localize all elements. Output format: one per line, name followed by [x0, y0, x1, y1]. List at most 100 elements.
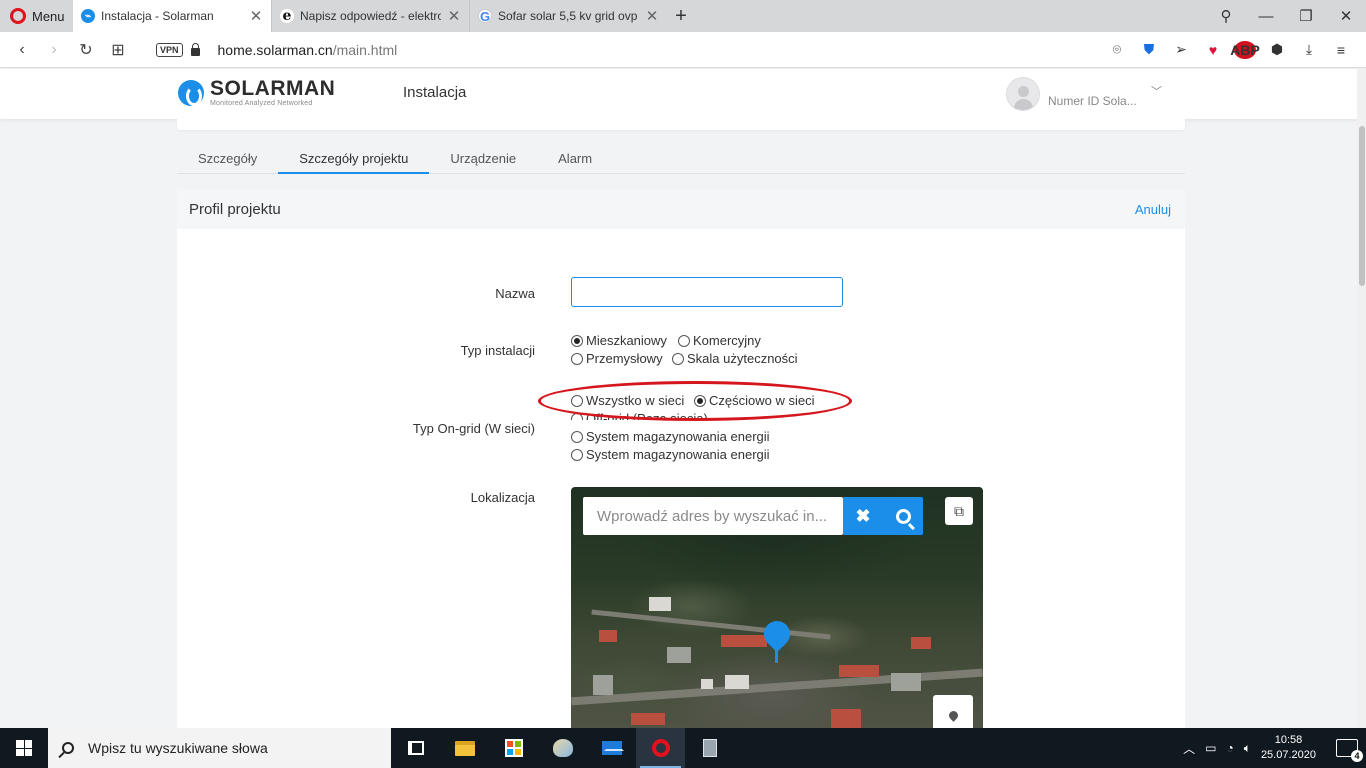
- battery-icon[interactable]: ▭: [1205, 741, 1216, 755]
- opera-menu-button[interactable]: Menu: [0, 0, 73, 32]
- send-icon[interactable]: ➢: [1170, 41, 1192, 58]
- task-view-button[interactable]: [391, 728, 440, 768]
- heart-icon[interactable]: ♥: [1202, 42, 1224, 58]
- clear-search-button[interactable]: ✖: [843, 497, 883, 535]
- close-icon[interactable]: ✕: [249, 7, 263, 25]
- radio-unchecked-icon[interactable]: [571, 412, 583, 420]
- radio-unchecked-icon[interactable]: [571, 352, 583, 365]
- name-label: Nazwa: [495, 286, 535, 301]
- close-icon: ✖: [855, 505, 871, 526]
- close-icon[interactable]: ✕: [645, 7, 659, 25]
- search-tabs-icon[interactable]: ⚲: [1206, 7, 1246, 25]
- radio-storage-2[interactable]: System magazynowania energii: [571, 447, 770, 462]
- tab-device[interactable]: Urządzenie: [429, 146, 537, 174]
- shield-icon[interactable]: ⛊: [1138, 41, 1160, 58]
- radio-unchecked-icon[interactable]: [571, 394, 583, 407]
- clock-date: 25.07.2020: [1260, 749, 1316, 761]
- radio-industrial[interactable]: Przemysłowy: [571, 351, 663, 366]
- download-icon[interactable]: ⤓: [1298, 41, 1320, 58]
- taskbar-clock[interactable]: 10:58 25.07.2020: [1261, 733, 1316, 763]
- hamburger-menu-icon[interactable]: ≡: [1330, 42, 1352, 58]
- start-button[interactable]: [0, 728, 48, 768]
- tab-title: Napisz odpowiedź - elektro: [300, 9, 441, 23]
- location-map[interactable]: Wprowadź adres by wyszukać in... ✖ ⧉: [571, 487, 983, 749]
- radio-label: Komercyjny: [693, 333, 761, 348]
- wifi-icon[interactable]: ◔: [1226, 741, 1233, 755]
- radio-unchecked-icon[interactable]: [571, 430, 583, 443]
- store-button[interactable]: [489, 728, 538, 768]
- solarman-drop-icon: [178, 79, 204, 106]
- map-layers-button[interactable]: ⧉: [945, 497, 973, 525]
- tab-details[interactable]: Szczegóły: [177, 146, 278, 174]
- volume-icon[interactable]: 🔈︎: [1244, 741, 1251, 756]
- taskbar-search[interactable]: Wpisz tu wyszukiwane słowa: [48, 728, 391, 768]
- user-menu[interactable]: Numer ID Sola... ﹀: [1006, 77, 1162, 111]
- paint-icon: [552, 739, 573, 757]
- adblock-icon[interactable]: ABP: [1230, 40, 1260, 59]
- radio-checked-icon[interactable]: [571, 334, 583, 347]
- radio-partial-grid[interactable]: Częściowo w sieci: [694, 393, 814, 408]
- radio-unchecked-icon[interactable]: [678, 334, 690, 347]
- radio-commercial[interactable]: Komercyjny: [678, 333, 761, 348]
- radio-label: Mieszkaniowy: [586, 333, 667, 348]
- edge-e-favicon-icon: e: [280, 8, 294, 24]
- map-road: [571, 668, 983, 706]
- mail-button[interactable]: [587, 728, 636, 768]
- notifications-icon[interactable]: 4: [1336, 739, 1363, 762]
- minimize-icon[interactable]: —: [1246, 8, 1286, 25]
- cancel-link[interactable]: Anuluj: [1135, 202, 1171, 217]
- page-scrollbar-thumb[interactable]: [1359, 126, 1365, 286]
- clock-time: 10:58: [1274, 734, 1303, 746]
- logo-word: SOLARMAN: [210, 77, 336, 100]
- browser-tab-solarman[interactable]: ⌁ Instalacja - Solarman ✕: [73, 0, 271, 32]
- radio-unchecked-icon[interactable]: [672, 352, 684, 365]
- window-close-icon[interactable]: ✕: [1326, 7, 1366, 25]
- cube-icon[interactable]: ⬢: [1266, 41, 1288, 58]
- radio-storage-1[interactable]: System magazynowania energii: [571, 429, 770, 444]
- url-field[interactable]: home.solarman.cn/main.html: [218, 42, 398, 58]
- app-header: SOLARMAN Monitored Analyzed Networked In…: [0, 69, 1366, 119]
- forward-icon[interactable]: ›: [38, 41, 70, 59]
- chevron-up-icon[interactable]: ︿: [1183, 740, 1195, 757]
- camera-icon[interactable]: ⌾: [1106, 41, 1128, 58]
- name-input[interactable]: [571, 277, 843, 307]
- back-icon[interactable]: ‹: [6, 41, 38, 59]
- browser-tab-sofar[interactable]: G Sofar solar 5,5 kv grid ovp ✕: [469, 0, 667, 32]
- lock-icon[interactable]: [190, 42, 200, 56]
- map-search-button[interactable]: [883, 497, 923, 535]
- panel-title: Profil projektu: [189, 200, 281, 218]
- mail-icon: [601, 741, 624, 755]
- tab-alarm[interactable]: Alarm: [537, 146, 613, 174]
- tab-project-details[interactable]: Szczegóły projektu: [278, 146, 430, 174]
- radio-label: System magazynowania energii: [586, 429, 770, 444]
- vpn-badge[interactable]: VPN: [156, 42, 183, 57]
- panel-header: Profil projektu Anuluj: [177, 189, 1185, 229]
- radio-residential[interactable]: Mieszkaniowy: [571, 333, 667, 348]
- windows-logo-icon: [16, 740, 32, 756]
- tab-grid-icon[interactable]: ⊞: [102, 40, 134, 60]
- opera-taskbar-button[interactable]: [636, 728, 685, 768]
- file-explorer-button[interactable]: [440, 728, 489, 768]
- grid-type-label: Typ On-grid (W sieci): [412, 421, 535, 436]
- radio-checked-icon[interactable]: [694, 394, 706, 407]
- radio-full-grid[interactable]: Wszystko w sieci: [571, 393, 684, 408]
- radio-utility[interactable]: Skala użyteczności: [672, 351, 798, 366]
- avatar[interactable]: [1006, 77, 1040, 111]
- close-icon[interactable]: ✕: [447, 7, 461, 25]
- browser-tab-napisz[interactable]: e Napisz odpowiedź - elektro ✕: [271, 0, 469, 32]
- map-search-input[interactable]: Wprowadź adres by wyszukać in...: [583, 497, 843, 535]
- reload-icon[interactable]: ↻: [70, 40, 102, 60]
- new-tab-button[interactable]: +: [667, 0, 695, 32]
- solarman-logo[interactable]: SOLARMAN Monitored Analyzed Networked: [178, 78, 335, 107]
- paint-button[interactable]: [538, 728, 587, 768]
- restore-icon[interactable]: ❐: [1286, 7, 1326, 25]
- radio-off-grid[interactable]: Off-grid (Poza siecią): [571, 411, 708, 420]
- radio-unchecked-icon[interactable]: [571, 448, 583, 461]
- radio-label: Przemysłowy: [586, 351, 663, 366]
- calculator-button[interactable]: [685, 728, 734, 768]
- page-title: Instalacja: [403, 84, 467, 101]
- chevron-down-icon[interactable]: ﹀: [1151, 83, 1162, 99]
- browser-tab-bar: Menu ⌁ Instalacja - Solarman ✕ e Napisz …: [0, 0, 1366, 32]
- map-building: [725, 675, 749, 689]
- radio-label: Skala użyteczności: [687, 351, 798, 366]
